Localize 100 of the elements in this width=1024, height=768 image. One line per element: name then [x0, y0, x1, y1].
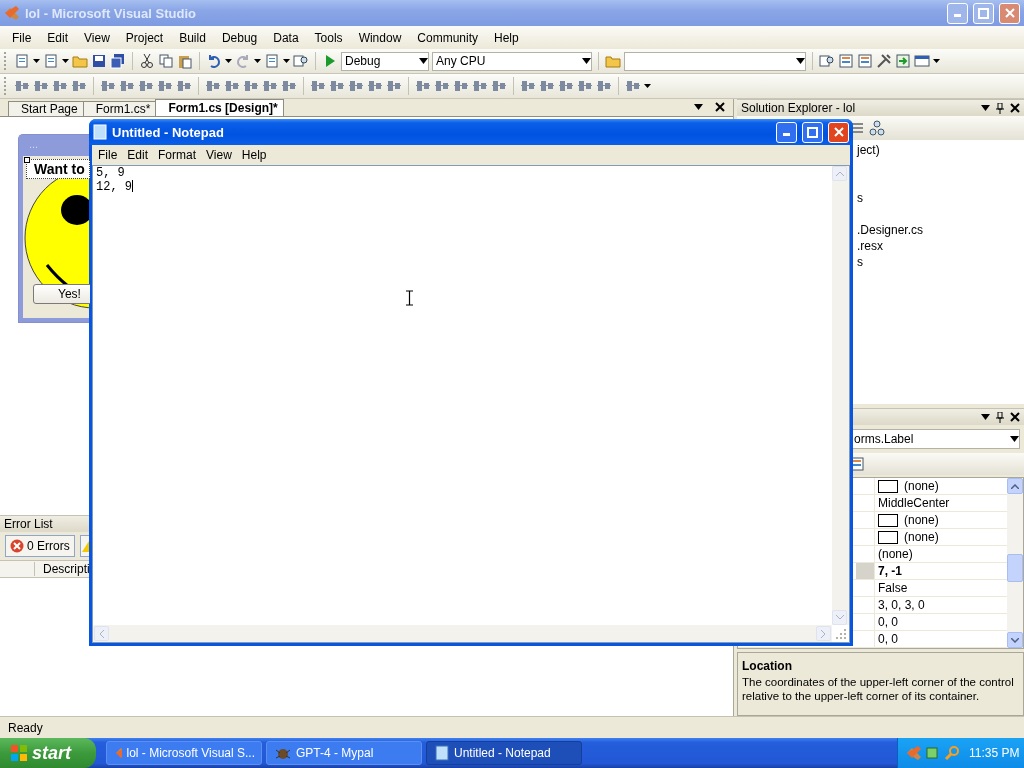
document-tab[interactable]: Form1.cs*: [82, 101, 157, 116]
align-icon[interactable]: [71, 78, 87, 94]
pin-icon[interactable]: [996, 411, 1004, 423]
caret-icon[interactable]: [254, 59, 261, 63]
menu-item[interactable]: View: [201, 146, 237, 164]
taskbar-button[interactable]: GPT-4 - Mypal: [266, 741, 422, 765]
scrollbar[interactable]: [93, 625, 832, 642]
restore-button[interactable]: [973, 2, 994, 24]
scrollbar[interactable]: [832, 166, 849, 625]
paste-icon[interactable]: [177, 53, 193, 69]
tree-item[interactable]: .resx: [857, 239, 1024, 255]
properties-icon[interactable]: [857, 53, 873, 69]
properties-icon[interactable]: [838, 53, 854, 69]
menu-item[interactable]: Edit: [39, 28, 77, 47]
align-icon[interactable]: [453, 78, 469, 94]
resize-handle[interactable]: [24, 157, 30, 163]
undo-icon[interactable]: [206, 53, 222, 69]
property-value[interactable]: 0, 0: [875, 614, 1007, 630]
align-icon[interactable]: [386, 78, 402, 94]
diagram-icon[interactable]: [869, 120, 885, 136]
arrow-box-icon[interactable]: [895, 53, 911, 69]
document-tab[interactable]: Form1.cs [Design]*: [155, 99, 284, 116]
align-icon[interactable]: [348, 78, 364, 94]
document-icon[interactable]: [14, 53, 30, 69]
document-icon[interactable]: [43, 53, 59, 69]
errors-button[interactable]: 0 Errors: [5, 535, 75, 557]
align-icon[interactable]: [329, 78, 345, 94]
align-icon[interactable]: [176, 78, 192, 94]
cut-icon[interactable]: [139, 53, 155, 69]
menu-item[interactable]: Edit: [122, 146, 154, 164]
document-icon[interactable]: [264, 53, 280, 69]
align-icon[interactable]: [539, 78, 555, 94]
minimize-button[interactable]: [776, 121, 797, 143]
tree-item[interactable]: ject): [857, 143, 1024, 159]
taskbar-button[interactable]: lol - Microsoft Visual S...: [106, 741, 262, 765]
align-icon[interactable]: [415, 78, 431, 94]
taskbar-button[interactable]: Untitled - Notepad: [426, 741, 582, 765]
align-icon[interactable]: [205, 78, 221, 94]
align-icon[interactable]: [138, 78, 154, 94]
save-icon[interactable]: [91, 53, 107, 69]
align-icon[interactable]: [491, 78, 507, 94]
start-button[interactable]: start: [0, 738, 96, 768]
caret-icon[interactable]: [225, 59, 232, 63]
align-icon[interactable]: [52, 78, 68, 94]
align-icon[interactable]: [596, 78, 612, 94]
window-icon[interactable]: [914, 53, 930, 69]
caret-icon[interactable]: [933, 59, 940, 63]
caret-icon[interactable]: [644, 84, 651, 88]
caret-icon[interactable]: [62, 59, 69, 63]
copy-icon[interactable]: [158, 53, 174, 69]
align-icon[interactable]: [434, 78, 450, 94]
caret-icon[interactable]: [33, 59, 40, 63]
property-value[interactable]: (none): [875, 529, 1007, 545]
scrollbar-thumb[interactable]: [1007, 554, 1023, 582]
property-value[interactable]: 3, 0, 3, 0: [875, 597, 1007, 613]
menu-item[interactable]: Debug: [213, 28, 266, 47]
menu-item[interactable]: Help: [236, 146, 272, 164]
menu-item[interactable]: Data: [265, 28, 307, 47]
close-icon[interactable]: [1010, 103, 1020, 113]
tree-item[interactable]: s: [857, 191, 1024, 207]
close-button[interactable]: [828, 121, 849, 143]
dropdown-icon[interactable]: [796, 58, 805, 64]
menu-item[interactable]: Community: [409, 28, 486, 47]
property-value[interactable]: 0, 0: [875, 631, 1007, 647]
property-value[interactable]: (none): [875, 512, 1007, 528]
dropdown-icon[interactable]: [981, 414, 990, 420]
menu-item[interactable]: Help: [486, 28, 527, 47]
minimize-button[interactable]: [947, 2, 968, 24]
configuration-dropdown[interactable]: Debug: [341, 51, 429, 71]
pin-icon[interactable]: [996, 102, 1004, 114]
dropdown-icon[interactable]: [1010, 436, 1019, 442]
align-icon[interactable]: [520, 78, 536, 94]
form-label[interactable]: Want to: [26, 159, 90, 179]
menu-item[interactable]: Window: [350, 28, 410, 47]
property-name-cell[interactable]: [856, 563, 875, 579]
platform-dropdown[interactable]: Any CPU: [432, 51, 592, 71]
menu-item[interactable]: File: [4, 28, 40, 47]
scrollbar[interactable]: [1007, 478, 1023, 648]
menu-item[interactable]: View: [76, 28, 118, 47]
tools-icon[interactable]: [876, 53, 892, 69]
maximize-button[interactable]: [802, 121, 823, 143]
dropdown-icon[interactable]: [582, 58, 591, 64]
property-value[interactable]: (none): [875, 546, 1007, 562]
tree-item[interactable]: s: [857, 255, 1024, 271]
align-icon[interactable]: [243, 78, 259, 94]
close-icon[interactable]: [1010, 412, 1020, 422]
dropdown-icon[interactable]: [694, 104, 703, 110]
align-icon[interactable]: [262, 78, 278, 94]
align-icon[interactable]: [281, 78, 297, 94]
align-icon[interactable]: [558, 78, 574, 94]
menu-item[interactable]: Project: [117, 28, 172, 47]
align-icon[interactable]: [33, 78, 49, 94]
menu-item[interactable]: File: [93, 146, 123, 164]
property-value[interactable]: MiddleCenter: [875, 495, 1007, 511]
dropdown-icon[interactable]: [419, 58, 428, 64]
find-icon[interactable]: [293, 53, 309, 69]
align-icon[interactable]: [310, 78, 326, 94]
align-icon[interactable]: [100, 78, 116, 94]
align-icon[interactable]: [14, 78, 30, 94]
menu-item[interactable]: Build: [171, 28, 214, 47]
